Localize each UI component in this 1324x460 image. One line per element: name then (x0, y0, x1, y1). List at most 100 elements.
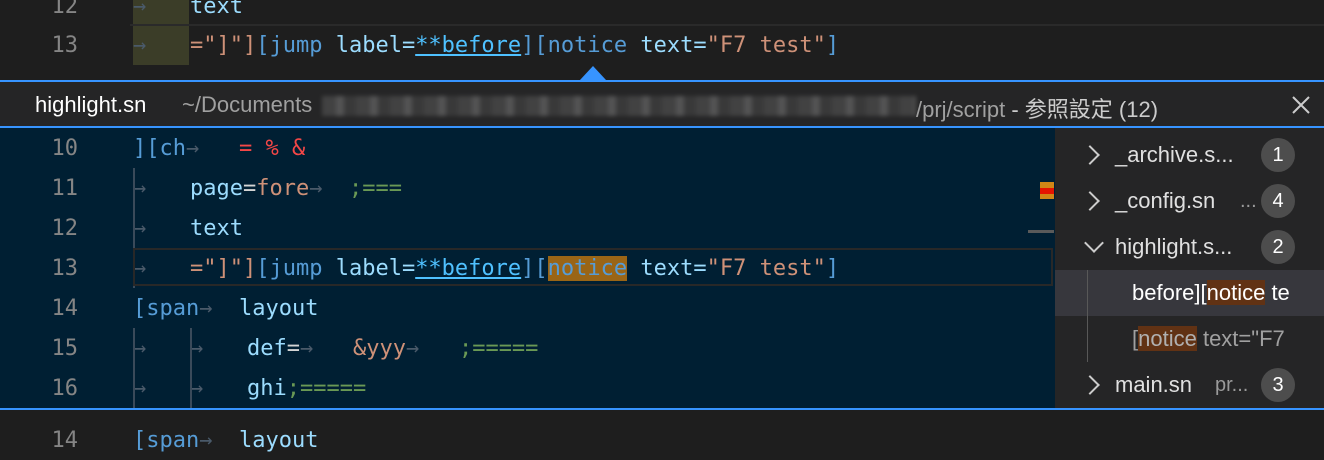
reference-item[interactable]: before][notice te (1055, 270, 1324, 316)
code-token: &yyy (352, 335, 406, 361)
reference-preview: before][notice te (1132, 280, 1290, 306)
reference-item[interactable]: [notice text="F7 (1055, 316, 1324, 362)
line-number: 12 (51, 215, 79, 241)
code-token: % (265, 135, 292, 161)
code-token: → (199, 295, 239, 321)
chevron-right-icon (1080, 375, 1100, 395)
code-line: text (190, 216, 243, 241)
tree-indent-guide (1087, 316, 1088, 362)
reference-count-badge: 2 (1261, 230, 1295, 264)
code-token: **before (415, 32, 522, 58)
code-token: → (300, 335, 353, 361)
preview-text: before][ (1132, 280, 1207, 305)
top-editor[interactable]: 12 → text 13 → ="]"][jump label=**before… (0, 0, 1324, 80)
code-token: ="]"] (190, 32, 257, 58)
editor-border-line (130, 24, 1324, 26)
indent-guide (133, 208, 135, 248)
code-token: "F7 test" (706, 32, 826, 58)
code-token: = (242, 175, 257, 201)
line-number: 14 (51, 295, 79, 321)
line-number: 13 (51, 32, 79, 58)
bottom-editor[interactable]: 14 [span→ layout (0, 410, 1324, 458)
code-token: → (309, 175, 349, 201)
code-token: layout (238, 427, 319, 453)
code-token: label= (322, 32, 416, 58)
preview-text: te (1265, 280, 1290, 305)
code-line: def=→ &yyy→ ;===== (247, 336, 538, 361)
overview-ruler-marker (1040, 194, 1054, 199)
peek-pointer (580, 66, 606, 80)
reference-count-badge: 4 (1261, 184, 1295, 218)
reference-file-item[interactable]: _archive.s... 1 (1055, 132, 1324, 178)
code-token: ;===== (286, 375, 367, 401)
references-tree[interactable]: _archive.s... 1 _config.sn... 4 highlight.s.… (1055, 128, 1324, 408)
code-token: text (190, 215, 243, 241)
code-token: [jump (256, 32, 323, 58)
chevron-right-icon (1080, 191, 1100, 211)
peek-filename[interactable]: highlight.sn (35, 92, 146, 118)
blurred-path (322, 96, 916, 116)
reference-file-item[interactable]: highlight.s... 2 (1055, 224, 1324, 270)
code-token: & (291, 135, 306, 161)
indent-guide (133, 168, 135, 208)
reference-preview: [notice text="F7 (1132, 326, 1285, 352)
code-token: = (238, 135, 266, 161)
line-number: 16 (51, 375, 79, 401)
top-line-13: 13 → ="]"][jump label=**before][notice t… (0, 25, 1324, 65)
reference-count-badge: 3 (1261, 368, 1295, 402)
code-token: → (405, 335, 459, 361)
preview-match: notice (1206, 280, 1266, 305)
code-token: ][ch (133, 135, 186, 161)
peek-path-prefix: ~/Documents (182, 92, 313, 117)
close-icon[interactable] (1290, 94, 1312, 116)
code-token: → (185, 135, 239, 161)
peek-header: highlight.sn ~/Documents /prj/script - 参… (0, 80, 1324, 128)
reference-file-item[interactable]: main.sn pr... 3 (1055, 362, 1324, 408)
indent-guide (190, 368, 192, 408)
top-line-12: 12 → text (0, 0, 1324, 26)
code-line: ="]"][jump label=**before][notice text="… (190, 33, 839, 58)
code-token: [notice (534, 32, 628, 58)
peek-path-suffix: /prj/script (916, 97, 1006, 122)
code-token: page (190, 175, 243, 201)
code-text: text (190, 0, 243, 19)
chevron-down-icon (1084, 233, 1104, 253)
reference-file-path: pr... (1215, 374, 1249, 396)
code-token: fore (256, 175, 310, 201)
code-token: ;=== (348, 175, 402, 201)
code-token: [span (133, 295, 200, 321)
code-token: = (286, 335, 300, 361)
peek-title-suffix: - 参照設定 (12) (1005, 97, 1159, 122)
peek-path-suffix-wrap: /prj/script - 参照設定 (12) (916, 92, 1158, 124)
code-token: def (247, 335, 287, 361)
indent-guide (190, 328, 192, 368)
preview-text: text="F7 (1196, 326, 1285, 351)
code-token: ] (825, 32, 840, 58)
code-line: ghi;===== (247, 376, 366, 401)
code-token: text= (627, 32, 707, 58)
code-token: ;===== (458, 335, 539, 361)
preview-match: notice (1138, 326, 1197, 351)
code-token: [span (133, 427, 200, 453)
line-number: 11 (51, 175, 79, 201)
line-number: 10 (51, 135, 79, 161)
code-token: ] (521, 32, 535, 58)
reference-count-badge: 1 (1261, 138, 1295, 172)
code-token: ghi (247, 375, 287, 401)
reference-file-item[interactable]: _config.sn... 4 (1055, 178, 1324, 224)
code-arrow: → (133, 32, 147, 58)
current-line-highlight (133, 248, 1053, 286)
tree-indent-guide (1087, 270, 1088, 316)
line-number: 13 (51, 255, 79, 281)
line-number: 15 (51, 335, 79, 361)
code-arrow: → (133, 0, 147, 19)
code-line: page=fore→ ;=== (190, 176, 402, 201)
code-line: [span→ layout (133, 296, 318, 321)
line-number: 12 (51, 0, 79, 19)
reference-file-name: highlight.s... (1115, 234, 1233, 259)
overview-ruler-cursor (1028, 230, 1054, 233)
code-line: ][ch→ = % & (133, 136, 305, 161)
reference-file-name: _config.sn (1115, 188, 1216, 213)
bottom-line-14: 14 [span→ layout (0, 420, 1324, 460)
code-line: [span→ layout (133, 428, 318, 453)
